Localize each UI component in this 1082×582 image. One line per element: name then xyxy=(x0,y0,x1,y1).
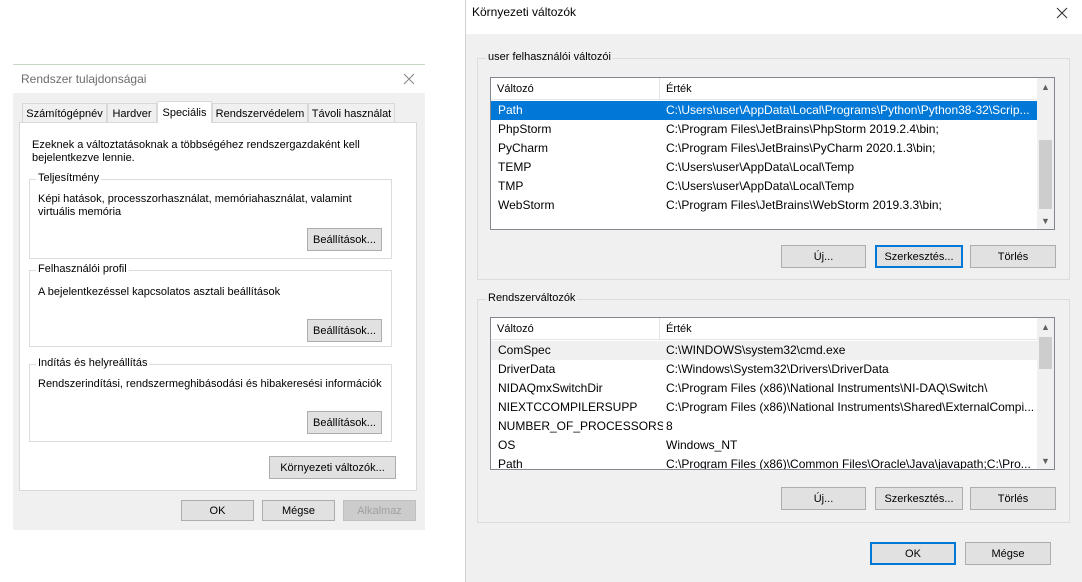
variable-name: DriverData xyxy=(498,362,556,376)
table-row[interactable]: PhpStorm C:\Program Files\JetBrains\PhpSt… xyxy=(491,120,1037,139)
tab-advanced[interactable]: Speciális xyxy=(157,101,212,123)
performance-group: Teljesítmény Képi hatások, processzorhas… xyxy=(29,172,392,259)
variable-name: Path xyxy=(498,103,523,117)
cancel-button[interactable]: Mégse xyxy=(262,500,335,521)
user-edit-button[interactable]: Szerkesztés... xyxy=(875,245,963,268)
variable-name: NIEXTCCOMPILERSUPP xyxy=(498,400,638,414)
tab-hardware[interactable]: Hardver xyxy=(107,103,157,123)
performance-group-title: Teljesítmény xyxy=(36,172,102,184)
variable-value: C:\Windows\System32\Drivers\DriverData xyxy=(666,362,889,376)
variable-value: C:\Program Files (x86)\Common Files\Orac… xyxy=(666,457,1031,470)
user-profile-group-title: Felhasználói profil xyxy=(36,263,129,275)
tab-system-protection[interactable]: Rendszervédelem xyxy=(212,103,308,123)
apply-button: Alkalmaz xyxy=(343,500,416,521)
table-row[interactable]: TEMP C:\Users\user\AppData\Local\Temp xyxy=(491,158,1037,177)
user-variables-list[interactable]: Változó Érték Path C:\Users\user\AppData\… xyxy=(490,77,1055,230)
tab-computer-name[interactable]: Számítógépnév xyxy=(22,103,107,123)
column-header-variable[interactable]: Változó xyxy=(491,78,659,100)
scroll-up-arrow-icon[interactable]: ▲ xyxy=(1037,78,1054,95)
variable-value: C:\WINDOWS\system32\cmd.exe xyxy=(666,343,846,357)
variable-name: TMP xyxy=(498,179,524,193)
user-variables-group-title: user felhasználói változói xyxy=(486,51,613,63)
table-row[interactable]: ComSpec C:\WINDOWS\system32\cmd.exe xyxy=(491,341,1037,360)
user-profile-description: A bejelentkezéssel kapcsolatos asztali b… xyxy=(38,286,281,298)
user-delete-button[interactable]: Törlés xyxy=(970,245,1056,268)
variable-value: C:\Program Files\JetBrains\PhpStorm 2019… xyxy=(666,122,939,136)
column-header-value[interactable]: Érték xyxy=(660,78,1037,100)
env-cancel-button[interactable]: Mégse xyxy=(965,542,1051,565)
table-row[interactable]: TMP C:\Users\user\AppData\Local\Temp xyxy=(491,177,1037,196)
table-row[interactable]: WebStorm C:\Program Files\JetBrains\WebSt… xyxy=(491,196,1037,215)
scroll-thumb[interactable] xyxy=(1039,337,1052,369)
admin-notice: Ezeknek a változtatásoknak a többségéhez… xyxy=(32,139,360,164)
user-list-header: Változó Érték xyxy=(491,78,1037,100)
table-row[interactable]: Path C:\Program Files (x86)\Common Files\… xyxy=(491,455,1037,470)
variable-name: Path xyxy=(498,457,523,470)
variable-value: C:\Program Files (x86)\National Instrume… xyxy=(666,381,988,395)
table-row[interactable]: PyCharm C:\Program Files\JetBrains\PyChar… xyxy=(491,139,1037,158)
env-titlebar: Környezeti változók xyxy=(465,0,1082,34)
environment-variables-button[interactable]: Környezeti változók... xyxy=(269,456,396,479)
close-icon[interactable] xyxy=(1055,6,1069,20)
ok-button[interactable]: OK xyxy=(181,500,254,521)
startup-recovery-group: Indítás és helyreállítás Rendszerindítás… xyxy=(29,357,392,442)
variable-name: NUMBER_OF_PROCESSORS xyxy=(498,419,663,433)
table-row[interactable]: NIEXTCCOMPILERSUPP C:\Program Files (x86)… xyxy=(491,398,1037,417)
variable-name: PhpStorm xyxy=(498,122,552,136)
variable-name: PyCharm xyxy=(498,141,549,155)
variable-value: 8 xyxy=(666,419,673,433)
system-variables-list[interactable]: Változó Érték ComSpec C:\WINDOWS\system32… xyxy=(490,317,1055,470)
scroll-down-arrow-icon[interactable]: ▼ xyxy=(1037,212,1054,229)
tab-remote[interactable]: Távoli használat xyxy=(308,103,395,123)
table-row[interactable]: NUMBER_OF_PROCESSORS 8 xyxy=(491,417,1037,436)
variable-value: C:\Users\user\AppData\Local\Temp xyxy=(666,179,855,193)
advanced-tab-panel: Ezeknek a változtatásoknak a többségéhez… xyxy=(19,122,417,491)
column-header-value[interactable]: Érték xyxy=(660,318,1037,340)
variable-name: OS xyxy=(498,438,516,452)
variable-name: TEMP xyxy=(498,160,532,174)
user-profile-group: Felhasználói profil A bejelentkezéssel k… xyxy=(29,263,392,347)
env-title: Környezeti változók xyxy=(472,5,577,19)
variable-name: WebStorm xyxy=(498,198,555,212)
table-row[interactable]: NIDAQmxSwitchDir C:\Program Files (x86)\N… xyxy=(491,379,1037,398)
startup-recovery-settings-button[interactable]: Beállítások... xyxy=(307,411,382,434)
env-ok-button[interactable]: OK xyxy=(870,542,956,565)
scroll-thumb[interactable] xyxy=(1039,140,1052,209)
column-header-variable[interactable]: Változó xyxy=(491,318,659,340)
variable-value: C:\Program Files\JetBrains\WebStorm 2019… xyxy=(666,198,942,212)
startup-recovery-description: Rendszerindítási, rendszermeghibásodási … xyxy=(38,378,382,390)
system-delete-button[interactable]: Törlés xyxy=(970,487,1056,510)
system-list-scrollbar[interactable]: ▲ ▼ xyxy=(1037,318,1054,469)
environment-variables-dialog: Környezeti változók user felhasználói vá… xyxy=(465,0,1082,582)
user-profile-settings-button[interactable]: Beállítások... xyxy=(307,319,382,342)
variable-value: C:\Users\user\AppData\Local\Temp xyxy=(666,160,855,174)
system-variables-group: Rendszerváltozók Változó Érték ComSpec C:… xyxy=(477,292,1070,523)
user-variables-group: user felhasználói változói Változó Érték… xyxy=(477,51,1070,280)
variable-value: C:\Program Files\JetBrains\PyCharm 2020.… xyxy=(666,141,936,155)
variable-value: C:\Program Files (x86)\National Instrume… xyxy=(666,400,1035,414)
system-properties-content: Számítógépnév Hardver Speciális Rendszer… xyxy=(13,64,425,530)
variable-name: NIDAQmxSwitchDir xyxy=(498,381,603,395)
system-list-header: Változó Érték xyxy=(491,318,1037,340)
table-row[interactable]: Path C:\Users\user\AppData\Local\Programs… xyxy=(491,101,1037,120)
system-edit-button[interactable]: Szerkesztés... xyxy=(875,487,963,510)
table-row[interactable]: DriverData C:\Windows\System32\Drivers\Dr… xyxy=(491,360,1037,379)
variable-value: Windows_NT xyxy=(666,438,738,452)
performance-description: Képi hatások, processzorhasználat, memór… xyxy=(38,193,352,218)
performance-settings-button[interactable]: Beállítások... xyxy=(307,228,382,251)
scroll-up-arrow-icon[interactable]: ▲ xyxy=(1037,318,1054,335)
table-row[interactable]: OS Windows_NT xyxy=(491,436,1037,455)
user-new-button[interactable]: Új... xyxy=(781,245,866,268)
user-list-scrollbar[interactable]: ▲ ▼ xyxy=(1037,78,1054,229)
variable-value: C:\Users\user\AppData\Local\Programs\Pyt… xyxy=(666,103,1030,117)
scroll-down-arrow-icon[interactable]: ▼ xyxy=(1037,452,1054,469)
startup-recovery-group-title: Indítás és helyreállítás xyxy=(36,357,150,369)
variable-name: ComSpec xyxy=(498,343,551,357)
system-variables-group-title: Rendszerváltozók xyxy=(486,292,578,304)
system-new-button[interactable]: Új... xyxy=(781,487,866,510)
